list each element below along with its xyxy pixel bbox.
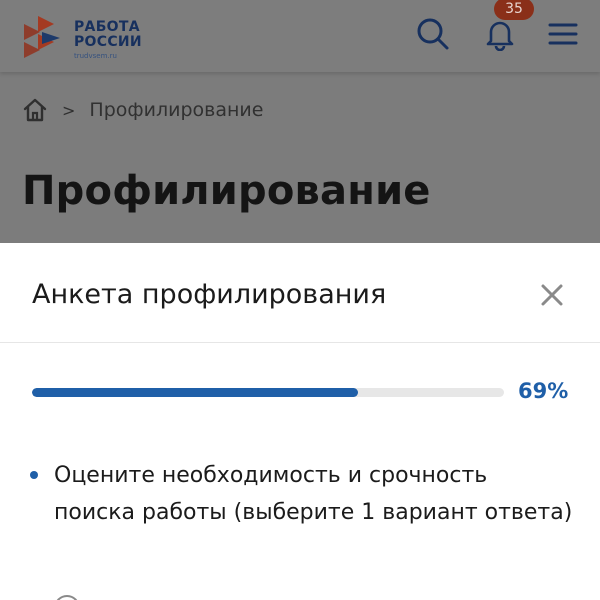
search-button[interactable]: [413, 14, 453, 54]
menu-icon: [548, 23, 578, 45]
page-title: Профилирование: [22, 168, 431, 214]
notifications-button[interactable]: [480, 14, 520, 54]
page-backdrop: РАБОТА РОССИИ trudvsem.ru 35 > Профилиро…: [0, 0, 600, 245]
notification-count-badge: 35: [494, 0, 534, 20]
top-header: РАБОТА РОССИИ trudvsem.ru 35: [0, 0, 600, 72]
breadcrumb-current[interactable]: Профилирование: [89, 99, 263, 121]
logo-mark-icon: [24, 16, 60, 58]
modal-title: Анкета профилирования: [32, 279, 387, 310]
progress-bar-fill: [32, 388, 358, 397]
site-logo[interactable]: РАБОТА РОССИИ trudvsem.ru: [20, 12, 160, 62]
home-icon[interactable]: [22, 97, 48, 123]
logo-domain: trudvsem.ru: [74, 52, 117, 60]
question-text: Оцените необходимость и срочность поиска…: [54, 463, 573, 525]
logo-line2: РОССИИ: [74, 34, 142, 50]
search-icon: [417, 18, 449, 50]
close-icon: [541, 284, 563, 306]
breadcrumb-separator: >: [62, 100, 76, 120]
bell-icon: [486, 21, 514, 51]
close-button[interactable]: [538, 281, 566, 309]
menu-button[interactable]: [543, 14, 583, 54]
question-bullet: [30, 471, 38, 479]
breadcrumb: > Профилирование: [22, 96, 263, 124]
progress-percent: 69%: [518, 379, 569, 403]
profiling-modal: Анкета профилирования 69% Оцените необхо…: [0, 243, 600, 600]
modal-header: Анкета профилирования: [0, 243, 600, 343]
progress-bar: [32, 388, 504, 397]
logo-title: РАБОТА РОССИИ: [74, 20, 142, 50]
answer-option-radio[interactable]: [54, 595, 80, 600]
logo-line1: РАБОТА: [74, 19, 140, 35]
